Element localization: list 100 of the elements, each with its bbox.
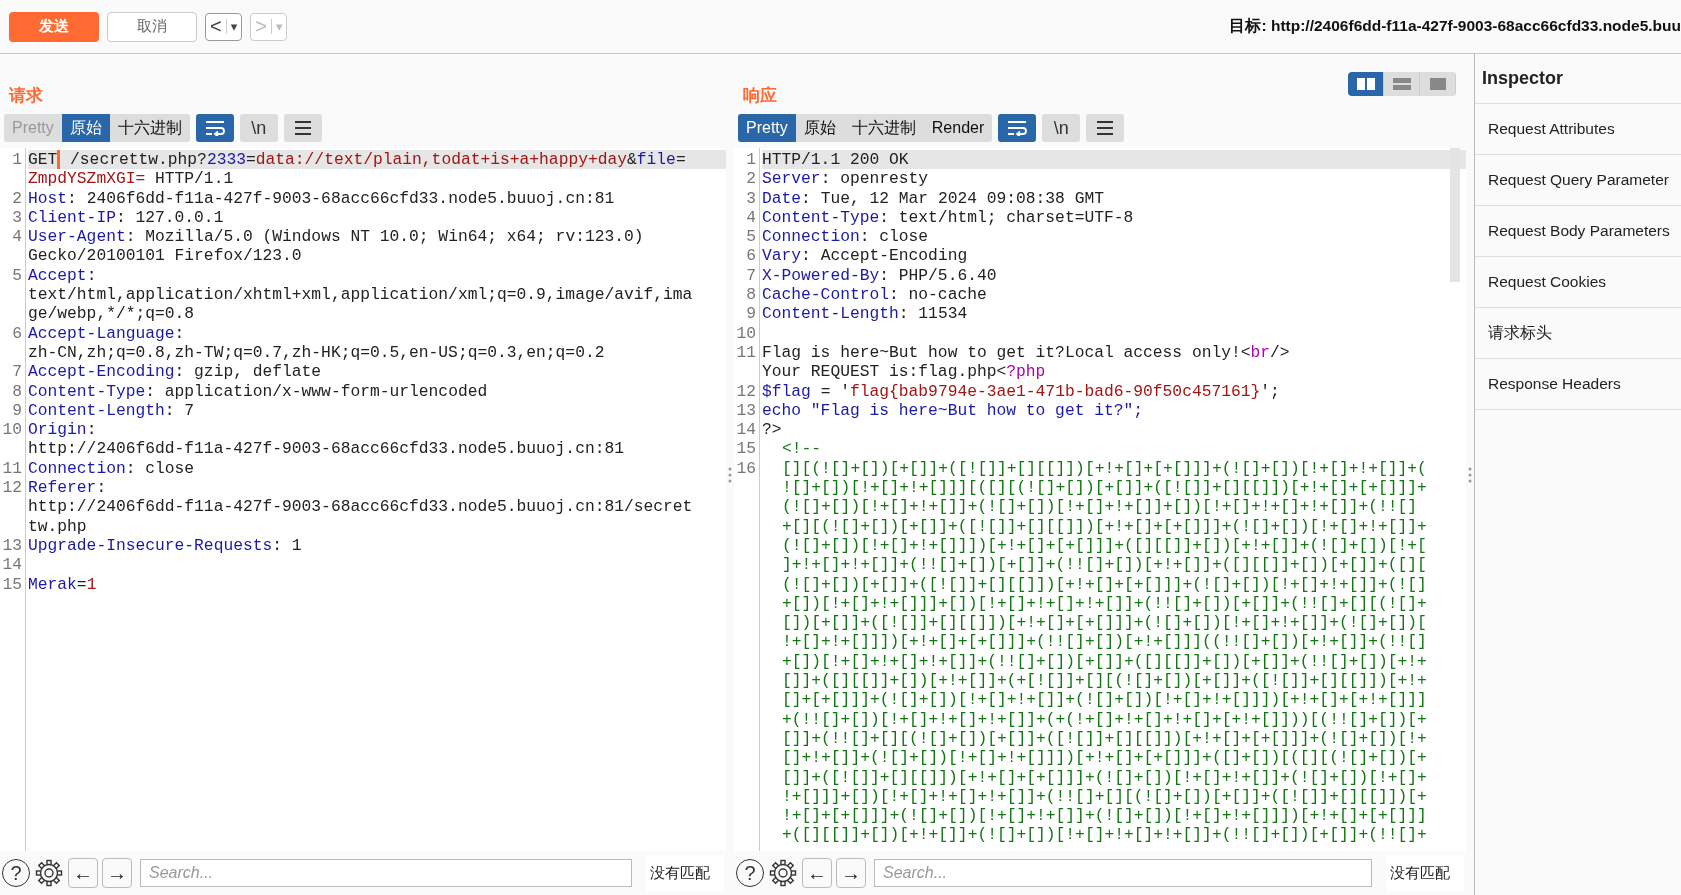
line-number: 5	[11, 265, 23, 287]
previous-match-button[interactable]: ←	[802, 858, 832, 888]
line-number: 12	[735, 381, 757, 401]
settings-icon[interactable]	[768, 858, 798, 888]
two-columns-icon	[1356, 77, 1375, 91]
line-number: 14	[735, 420, 757, 440]
code-line: http://2406f6dd-f11a-427f-9003-68acc66cfd33.node5.buuoj.cn:81	[28, 439, 625, 459]
code-line: Connection: close	[28, 458, 196, 479]
two-rows-icon	[1392, 77, 1411, 91]
settings-icon[interactable]	[34, 858, 64, 888]
newline-toggle[interactable]: \n	[1042, 114, 1081, 142]
code-line: +[])[!+[]+!+[]]]+[])[!+[]+!+[]+!+[]]+(!![]+[])[+[]]+(!![]+[][(![]+	[781, 593, 1428, 614]
code-line: Accept-Encoding: gzip, deflate	[28, 362, 323, 382]
code-line: ![]+[])[!+[]+!+[]]][([][(![]+[])[+[]]+([![]]+[][[]])[+!+[]+[+[]]]+	[781, 478, 1428, 498]
line-number: 11	[1, 458, 23, 479]
line-number: 16	[735, 458, 757, 480]
inspector-section[interactable]: Response Headers	[1475, 359, 1681, 410]
line-number: 7	[11, 362, 23, 382]
code-line: (![]+[])[+[]]+([![]]+[][[]])[+!+[]+[+[]]]+(![]+[])[!+[]+!+[]]+(![]	[781, 574, 1428, 594]
code-editor[interactable]	[0, 148, 726, 851]
view-tab[interactable]: 原始	[61, 114, 110, 142]
code-line: ?>	[762, 420, 783, 440]
code-line: Content-Length: 7	[28, 400, 196, 421]
inspector-section[interactable]: Request Body Parameters	[1475, 206, 1681, 257]
line-number: 8	[745, 285, 757, 305]
code-line: Accept-Language:	[28, 323, 186, 343]
search-field[interactable]: Search...	[874, 859, 1372, 887]
inspector-section[interactable]: 请求标头	[1475, 308, 1681, 359]
next-match-button[interactable]: →	[836, 858, 866, 888]
code-line: ]+!+[]+!+[]]+(!![]+[])[+[]]+(!![]+[])[+!+[]]+([][[]]+[])[+[]]+([][	[781, 555, 1428, 575]
previous-match-button[interactable]: ←	[68, 858, 98, 888]
inspector-title: Inspector	[1475, 54, 1681, 104]
word-wrap-toggle[interactable]	[195, 114, 234, 142]
line-number: 4	[745, 207, 757, 228]
line-number: 15	[1, 574, 23, 594]
code-line: []+!+[]]+(![]+[])[!+[]+!+[]]])[+!+[]+[+[]]]+([]+[])[([][(![]+[])[+	[781, 748, 1428, 768]
line-number: 14	[1, 555, 23, 575]
view-tab[interactable]: 十六进制	[109, 114, 190, 142]
code-line: X-Powered-By: PHP/5.6.40	[762, 265, 998, 286]
next-match-button[interactable]: →	[102, 858, 132, 888]
inspector-section[interactable]: Request Query Parameter	[1475, 155, 1681, 206]
code-line: ge/webp,*/*;q=0.8	[28, 304, 196, 324]
layout-button[interactable]	[1384, 72, 1420, 96]
line-number: 13	[1, 535, 23, 556]
layout-button[interactable]	[1420, 72, 1456, 96]
line-number: 1	[11, 150, 23, 171]
search-field[interactable]: Search...	[140, 859, 632, 887]
code-line: Your REQUEST is:flag.php<?php	[762, 362, 1047, 382]
panel-title: 响应	[743, 85, 777, 107]
code-line: [][(![]+[])[+[]]+([![]]+[][[]])[+!+[]+[+[]]]+(![]+[])[!+[]+!+[]]+(	[781, 458, 1428, 479]
code-line: Flag is here~But how to get it?Local access only!<br/>	[762, 342, 1291, 363]
code-line: []]+([][[]]+[])[+!+[]]+(+[![]]+[][(![]+[])[+[]]+([![]]+[][[]])[+!+	[781, 671, 1428, 691]
code-line: Cache-Control: no-cache	[762, 285, 988, 305]
cancel-button[interactable]: 取消	[107, 11, 197, 42]
view-tab[interactable]: Pretty	[738, 114, 796, 142]
line-number: 9	[11, 400, 23, 421]
history-button[interactable]: < ▾	[205, 12, 243, 41]
line-number: 7	[745, 265, 757, 286]
menu-icon	[1096, 121, 1115, 135]
view-tab[interactable]: 原始	[795, 114, 844, 142]
line-number: 15	[735, 439, 757, 459]
line-number: 10	[1, 420, 23, 442]
line-number: 6	[745, 246, 757, 266]
view-tab[interactable]: Render	[923, 114, 993, 142]
line-number: 8	[11, 381, 23, 401]
menu-button[interactable]	[1086, 114, 1125, 142]
line-number: 10	[735, 323, 757, 343]
code-line: []]+(!![]+[][(![]+[])[+[]]+([![]]+[][[]])[+!+[]+[+[]]]+(![]+[])[!+	[781, 728, 1428, 749]
code-line: Referer:	[28, 478, 108, 498]
word-wrap-toggle[interactable]	[998, 114, 1037, 142]
wrap-icon	[1006, 120, 1029, 136]
code-line: +(!![]+[])[!+[]+!+[]+!+[]]+(+(!+[]+!+[]+!+[]+[+!+[]]))[(!![]+[])[+	[781, 709, 1428, 729]
code-line: Content-Type: application/x-www-form-urlencoded	[28, 381, 489, 401]
view-tab[interactable]: 十六进制	[843, 114, 924, 142]
code-line: Client-IP: 127.0.0.1	[28, 207, 225, 228]
code-line: !+[]+[+[]]]+(![]+[])[!+[]+!+[]]+(![]+[])[!+[]+!+[]]])[+!+[]+[+[]]]	[781, 806, 1428, 826]
code-editor[interactable]	[734, 148, 1466, 851]
code-line: Host: 2406f6dd-f11a-427f-9003-68acc66cfd33.node5.buuoj.cn:81	[28, 188, 616, 208]
code-line: Gecko/20100101 Firefox/123.0	[28, 246, 303, 266]
code-line: tw.php	[28, 516, 88, 536]
layout-button[interactable]	[1348, 72, 1384, 96]
inspector-section[interactable]: Request Cookies	[1475, 257, 1681, 308]
line-number: 6	[11, 323, 23, 345]
code-line: echo "Flag is here~But how to get it?";	[762, 400, 1145, 421]
wrap-icon	[203, 120, 226, 136]
match-status: 没有匹配	[646, 855, 724, 891]
line-number: 4	[11, 227, 23, 249]
line-number: 1	[745, 150, 757, 170]
drag-handle-icon[interactable]	[1468, 466, 1472, 483]
code-line: zh-CN,zh;q=0.8,zh-TW;q=0.7,zh-HK;q=0.5,en-US;q=0.3,en;q=0.2	[28, 342, 606, 363]
newline-toggle[interactable]: \n	[239, 114, 278, 142]
line-number: 13	[735, 400, 757, 421]
scrollbar[interactable]	[1450, 148, 1460, 282]
code-line: ZmpdYSZmXGI= HTTP/1.1	[28, 169, 235, 189]
inspector-section[interactable]: Request Attributes	[1475, 104, 1681, 155]
code-line: !+[]]]+[])[!+[]+!+[]+!+[]]+(!![]+[][(![]+[])[+[]]+([![]]+[][[]])[+	[781, 786, 1428, 807]
menu-button[interactable]	[283, 114, 322, 142]
line-number: 2	[745, 169, 757, 189]
drag-handle-icon[interactable]	[728, 466, 732, 483]
code-line: +[][(![]+[])[+[]]+([![]]+[][[]])[+!+[]+[+[]]]+(![]+[])[!+[]+!+[]]+	[781, 516, 1428, 536]
